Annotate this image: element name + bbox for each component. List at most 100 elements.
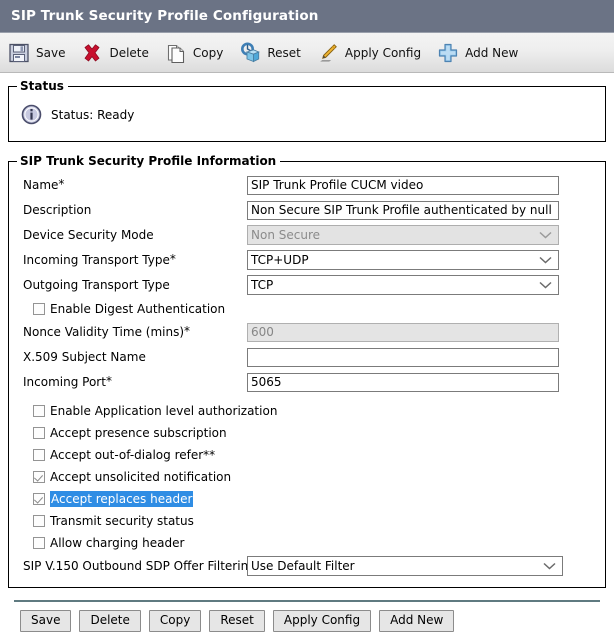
row-outgoing-transport-type: Outgoing Transport Type TCP [15,274,599,296]
bottom-button-bar: Save Delete Copy Reset Apply Config Add … [8,602,606,632]
status-text: Status: Ready [51,107,135,122]
outgoing-transport-type-value: TCP [251,278,274,292]
main-toolbar: Save Delete Copy Reset Apply Config Add … [0,33,614,73]
checkbox-accept-presence-subscription[interactable] [33,427,45,439]
incoming-transport-type-value: TCP+UDP [251,253,309,267]
chevron-down-icon [539,253,552,267]
toolbar-save-button[interactable]: Save [8,37,72,69]
checkbox-row-accept-presence-subscription[interactable]: Accept presence subscription [15,423,599,443]
incoming-port-input[interactable] [247,372,559,392]
required-marker: * [169,252,176,266]
reset-button[interactable]: Reset [209,610,265,632]
toolbar-reset-button[interactable]: Reset [239,37,308,69]
save-floppy-icon [8,42,30,64]
sip-v150-filter-select[interactable]: Use Default Filter [247,556,563,576]
toolbar-copy-button[interactable]: Copy [165,37,230,69]
checkbox-row-transmit-security-status[interactable]: Transmit security status [15,511,599,531]
label-outgoing-transport-type-text: Outgoing Transport Type [23,278,170,292]
status-row: Status: Ready [15,97,599,134]
label-incoming-transport-type-text: Incoming Transport Type [23,253,170,267]
toolbar-add-new-label: Add New [465,45,519,60]
label-nonce-validity-time: Nonce Validity Time (mins)* [15,325,247,339]
add-new-plus-icon [437,42,459,64]
device-security-mode-select: Non Secure [247,225,559,245]
checkbox-label-enable-application-level-authorization: Enable Application level authorization [50,404,278,418]
footnote-marker: ** [203,448,216,462]
checkbox-label-transmit-security-status: Transmit security status [50,514,194,528]
label-name-text: Name [23,178,59,192]
row-name: Name* [15,174,599,196]
toolbar-add-new-button[interactable]: Add New [437,37,525,69]
content-area: Status Status: Ready SIP Trunk Security … [0,73,614,632]
sip-v150-filter-value: Use Default Filter [251,559,355,573]
checkbox-enable-application-level-authorization[interactable] [33,405,45,417]
device-security-mode-value: Non Secure [251,228,320,242]
label-x509-subject-name: X.509 Subject Name [15,350,247,364]
apply-config-pencil-icon [317,42,339,64]
toolbar-delete-button[interactable]: Delete [81,37,155,69]
toolbar-apply-config-button[interactable]: Apply Config [317,37,428,69]
checkbox-accept-unsolicited-notification[interactable] [33,471,45,483]
profile-form: Name* Description Device Security Mode N… [15,172,599,577]
label-incoming-port: Incoming Port* [15,375,247,389]
required-marker: * [105,374,112,388]
label-device-security-mode: Device Security Mode [15,228,247,242]
info-icon [21,104,42,125]
copy-button[interactable]: Copy [148,610,202,632]
description-input[interactable] [247,200,559,220]
label-incoming-transport-type: Incoming Transport Type* [15,253,247,267]
save-button[interactable]: Save [20,610,72,632]
label-incoming-port-text: Incoming Port [23,375,106,389]
row-incoming-port: Incoming Port* [15,371,599,393]
toolbar-apply-config-label: Apply Config [344,45,422,60]
checkbox-accept-replaces-header[interactable] [33,493,45,505]
toolbar-save-label: Save [36,45,66,60]
checkbox-transmit-security-status[interactable] [33,515,45,527]
delete-button[interactable]: Delete [79,610,141,632]
profile-info-group: SIP Trunk Security Profile Information N… [8,154,606,588]
checkbox-label-enable-digest-authentication: Enable Digest Authentication [50,302,226,316]
incoming-transport-type-select[interactable]: TCP+UDP [247,250,559,270]
status-group-legend: Status [20,79,64,93]
label-description: Description [15,203,247,217]
label-sip-v150-filter-text: SIP V.150 Outbound SDP Offer Filtering [23,559,256,573]
outgoing-transport-type-select[interactable]: TCP [247,275,559,295]
label-device-security-mode-text: Device Security Mode [23,228,154,242]
checkbox-row-accept-unsolicited-notification[interactable]: Accept unsolicited notification [15,467,599,487]
chevron-down-icon [543,559,556,573]
required-marker: * [58,177,65,191]
checkbox-accept-out-of-dialog-refer[interactable] [33,449,45,461]
checkbox-label-accept-unsolicited-notification: Accept unsolicited notification [50,470,232,484]
apply-config-button[interactable]: Apply Config [272,610,372,632]
window-title-bar: SIP Trunk Security Profile Configuration [0,0,614,33]
label-sip-v150-filter: SIP V.150 Outbound SDP Offer Filtering* [15,559,262,573]
checkbox-label-accept-replaces-header: Accept replaces header [50,491,194,507]
checkbox-row-allow-charging-header[interactable]: Allow charging header [15,533,599,553]
checkbox-row-enable-application-level-authorization[interactable]: Enable Application level authorization [15,401,599,421]
checkbox-row-enable-digest-authentication[interactable]: Enable Digest Authentication [15,299,599,319]
reset-refresh-icon [239,42,261,64]
chevron-down-icon [539,278,552,292]
delete-x-icon [81,42,103,64]
row-device-security-mode: Device Security Mode Non Secure [15,224,599,246]
checkbox-enable-digest-authentication[interactable] [33,303,45,315]
label-x509-subject-name-text: X.509 Subject Name [23,350,146,364]
x509-subject-name-input[interactable] [247,347,559,367]
row-description: Description [15,199,599,221]
checkbox-row-accept-replaces-header[interactable]: Accept replaces header [15,489,599,509]
copy-pages-icon [165,42,187,64]
name-input[interactable] [247,175,559,195]
label-description-text: Description [23,203,92,217]
toolbar-reset-label: Reset [267,45,301,60]
checkbox-label-accept-presence-subscription: Accept presence subscription [50,426,227,440]
checkbox-row-accept-out-of-dialog-refer[interactable]: Accept out-of-dialog refer ** [15,445,599,465]
nonce-validity-time-input [247,322,559,342]
chevron-down-icon [539,228,552,242]
checkbox-allow-charging-header[interactable] [33,537,45,549]
checkbox-label-allow-charging-header: Allow charging header [50,536,185,550]
row-incoming-transport-type: Incoming Transport Type* TCP+UDP [15,249,599,271]
required-marker: * [184,324,191,338]
page-title: SIP Trunk Security Profile Configuration [11,8,319,24]
checkbox-label-accept-out-of-dialog-refer: Accept out-of-dialog refer [50,448,204,462]
add-new-button[interactable]: Add New [379,610,455,632]
